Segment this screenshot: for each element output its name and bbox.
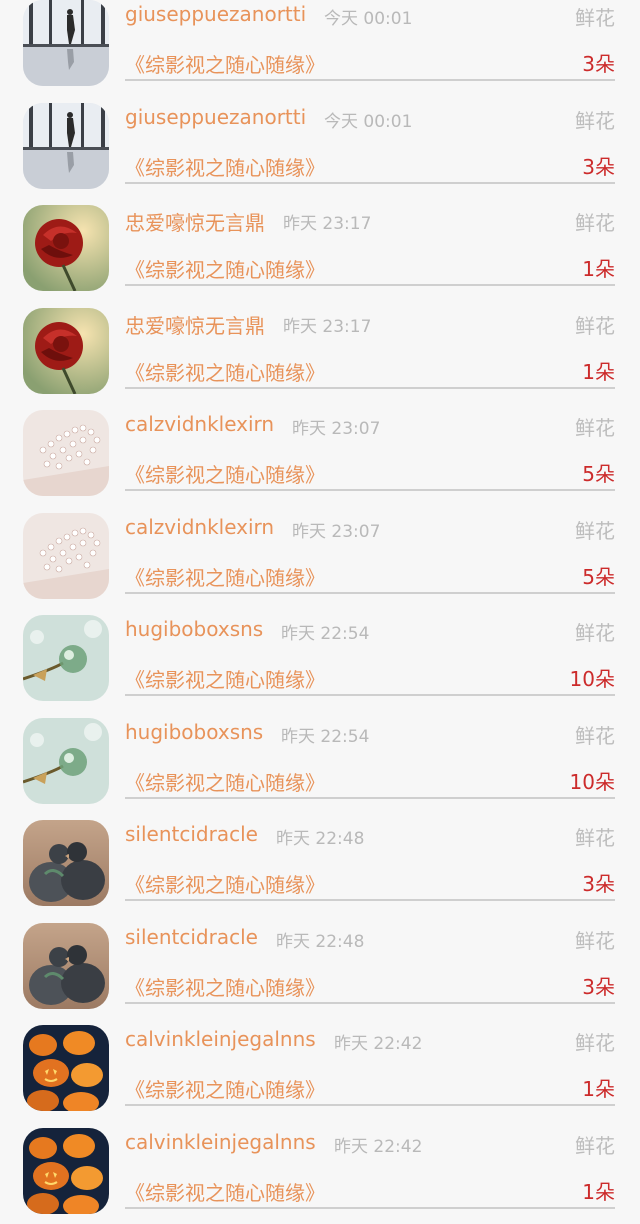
avatar-silhouette[interactable] [23, 103, 109, 189]
gift-type: 鲜花 [575, 515, 615, 544]
divider [125, 1207, 615, 1209]
timestamp: 昨天 23:17 [283, 312, 371, 337]
timestamp: 昨天 23:07 [292, 414, 380, 439]
list-item[interactable]: calvinkleinjegalnns 昨天 22:42 鲜花 《综影视之随心随… [0, 1122, 640, 1224]
username[interactable]: silentcidracle [125, 925, 258, 949]
book-title[interactable]: 《综影视之随心随缘》 [125, 49, 325, 78]
username[interactable]: hugiboboxsns [125, 720, 263, 744]
list-item[interactable]: calzvidnklexirn 昨天 23:07 鲜花 《综影视之随心随缘》 5… [0, 404, 640, 507]
gift-count: 10朵 [570, 663, 615, 692]
gift-count: 1朵 [582, 1176, 615, 1205]
gift-count: 10朵 [570, 766, 615, 795]
avatar-babysbreath[interactable] [23, 410, 109, 496]
avatar-silhouette[interactable] [23, 0, 109, 86]
gift-count: 3朵 [582, 971, 615, 1000]
divider [125, 79, 615, 81]
avatar-glassball[interactable] [23, 615, 109, 701]
list-item[interactable]: giuseppuezanortti 今天 00:01 鲜花 《综影视之随心随缘》… [0, 0, 640, 97]
list-item[interactable]: 忠爱嚎惊无言鼎 昨天 23:17 鲜花 《综影视之随心随缘》 1朵 [0, 302, 640, 405]
divider [125, 284, 615, 286]
gift-count: 1朵 [582, 1073, 615, 1102]
gift-type: 鲜花 [575, 105, 615, 134]
divider [125, 899, 615, 901]
gift-type: 鲜花 [575, 720, 615, 749]
list-item[interactable]: 忠爱嚎惊无言鼎 昨天 23:17 鲜花 《综影视之随心随缘》 1朵 [0, 199, 640, 302]
book-title[interactable]: 《综影视之随心随缘》 [125, 254, 325, 283]
avatar-glassball[interactable] [23, 718, 109, 804]
avatar-pigeons[interactable] [23, 820, 109, 906]
gift-count: 3朵 [582, 48, 615, 77]
gift-type: 鲜花 [575, 412, 615, 441]
divider [125, 1002, 615, 1004]
username[interactable]: giuseppuezanortti [125, 2, 306, 26]
list-item[interactable]: hugiboboxsns 昨天 22:54 鲜花 《综影视之随心随缘》 10朵 [0, 609, 640, 712]
timestamp: 昨天 22:48 [276, 824, 364, 849]
username[interactable]: giuseppuezanortti [125, 105, 306, 129]
gift-type: 鲜花 [575, 310, 615, 339]
timestamp: 昨天 22:54 [281, 722, 369, 747]
timestamp: 昨天 23:07 [292, 517, 380, 542]
gift-count: 3朵 [582, 868, 615, 897]
timestamp: 昨天 23:17 [283, 209, 371, 234]
gift-count: 5朵 [582, 561, 615, 590]
book-title[interactable]: 《综影视之随心随缘》 [125, 664, 325, 693]
avatar-pumpkins[interactable] [23, 1025, 109, 1111]
gift-count: 1朵 [582, 356, 615, 385]
gift-count: 5朵 [582, 458, 615, 487]
list-item[interactable]: calzvidnklexirn 昨天 23:07 鲜花 《综影视之随心随缘》 5… [0, 507, 640, 610]
list-item[interactable]: silentcidracle 昨天 22:48 鲜花 《综影视之随心随缘》 3朵 [0, 814, 640, 917]
username[interactable]: hugiboboxsns [125, 617, 263, 641]
book-title[interactable]: 《综影视之随心随缘》 [125, 869, 325, 898]
avatar-pumpkins[interactable] [23, 1128, 109, 1214]
divider [125, 592, 615, 594]
book-title[interactable]: 《综影视之随心随缘》 [125, 459, 325, 488]
book-title[interactable]: 《综影视之随心随缘》 [125, 1177, 325, 1206]
avatar-pigeons[interactable] [23, 923, 109, 1009]
book-title[interactable]: 《综影视之随心随缘》 [125, 562, 325, 591]
gift-type: 鲜花 [575, 925, 615, 954]
username[interactable]: calvinkleinjegalnns [125, 1027, 316, 1051]
list-item[interactable]: silentcidracle 昨天 22:48 鲜花 《综影视之随心随缘》 3朵 [0, 917, 640, 1020]
divider [125, 1104, 615, 1106]
timestamp: 今天 00:01 [324, 4, 412, 29]
book-title[interactable]: 《综影视之随心随缘》 [125, 1074, 325, 1103]
gift-type: 鲜花 [575, 1130, 615, 1159]
avatar-babysbreath[interactable] [23, 513, 109, 599]
gift-type: 鲜花 [575, 207, 615, 236]
timestamp: 昨天 22:54 [281, 619, 369, 644]
username[interactable]: calzvidnklexirn [125, 515, 274, 539]
book-title[interactable]: 《综影视之随心随缘》 [125, 767, 325, 796]
username[interactable]: silentcidracle [125, 822, 258, 846]
gift-type: 鲜花 [575, 1027, 615, 1056]
username[interactable]: calzvidnklexirn [125, 412, 274, 436]
timestamp: 昨天 22:48 [276, 927, 364, 952]
book-title[interactable]: 《综影视之随心随缘》 [125, 972, 325, 1001]
list-item[interactable]: hugiboboxsns 昨天 22:54 鲜花 《综影视之随心随缘》 10朵 [0, 712, 640, 815]
gift-record-list: giuseppuezanortti 今天 00:01 鲜花 《综影视之随心随缘》… [0, 0, 640, 1224]
list-item[interactable]: calvinkleinjegalnns 昨天 22:42 鲜花 《综影视之随心随… [0, 1019, 640, 1122]
gift-type: 鲜花 [575, 822, 615, 851]
divider [125, 489, 615, 491]
gift-count: 1朵 [582, 253, 615, 282]
avatar-rose[interactable] [23, 308, 109, 394]
divider [125, 694, 615, 696]
divider [125, 387, 615, 389]
timestamp: 昨天 22:42 [334, 1132, 422, 1157]
list-item[interactable]: giuseppuezanortti 今天 00:01 鲜花 《综影视之随心随缘》… [0, 97, 640, 200]
timestamp: 今天 00:01 [324, 107, 412, 132]
username[interactable]: 忠爱嚎惊无言鼎 [125, 310, 265, 339]
divider [125, 182, 615, 184]
gift-type: 鲜花 [575, 617, 615, 646]
book-title[interactable]: 《综影视之随心随缘》 [125, 357, 325, 386]
timestamp: 昨天 22:42 [334, 1029, 422, 1054]
username[interactable]: calvinkleinjegalnns [125, 1130, 316, 1154]
book-title[interactable]: 《综影视之随心随缘》 [125, 152, 325, 181]
gift-count: 3朵 [582, 151, 615, 180]
divider [125, 797, 615, 799]
username[interactable]: 忠爱嚎惊无言鼎 [125, 207, 265, 236]
avatar-rose[interactable] [23, 205, 109, 291]
gift-type: 鲜花 [575, 2, 615, 31]
